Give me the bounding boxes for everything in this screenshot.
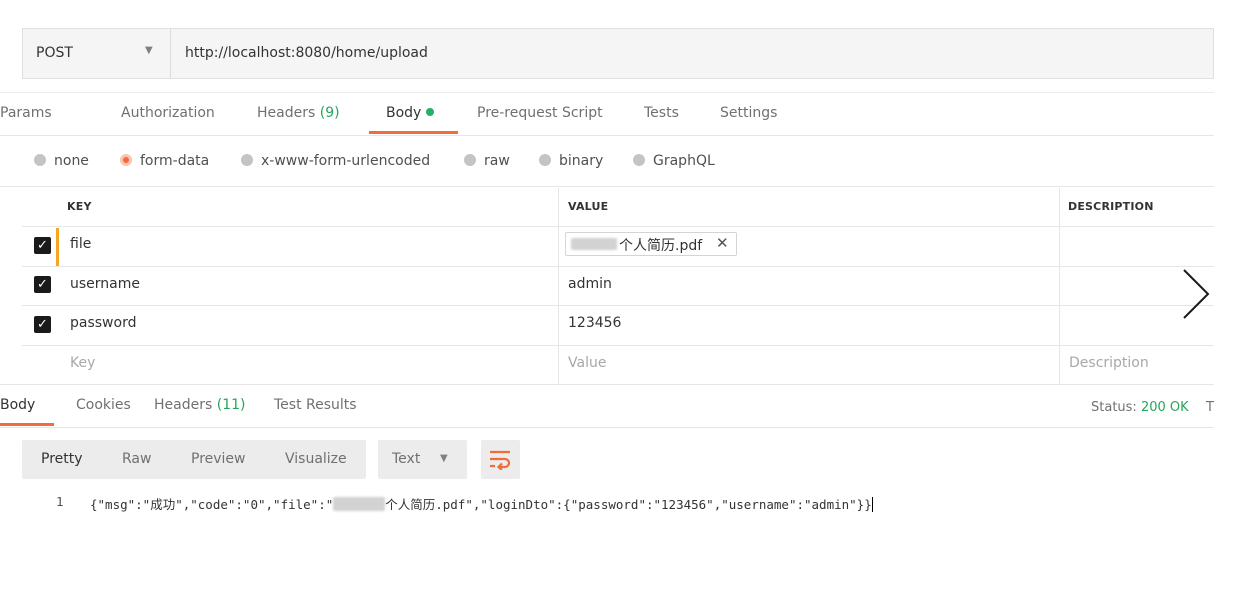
- wrap-lines-icon: [490, 450, 511, 470]
- response-tab-test-results[interactable]: Test Results: [274, 397, 357, 413]
- wrap-lines-button[interactable]: [481, 440, 520, 479]
- tab-settings[interactable]: Settings: [720, 105, 777, 121]
- file-chip-name: 个人简历.pdf: [619, 238, 703, 254]
- radio-raw-label: raw: [484, 153, 510, 169]
- table-divider: [22, 226, 1214, 227]
- table-divider: [22, 305, 1214, 306]
- file-chip[interactable]: 个人简历.pdf ✕: [565, 232, 737, 256]
- key-input[interactable]: Key: [70, 355, 95, 371]
- radio-urlencoded-label: x-www-form-urlencoded: [261, 153, 431, 169]
- status-value: 200 OK: [1140, 400, 1189, 415]
- response-headers-count: (11): [216, 397, 246, 413]
- status-overflow-text: T: [1206, 400, 1214, 415]
- response-tabs: Body Cookies Headers (11) Test Results S…: [0, 384, 1214, 428]
- radio-none[interactable]: none: [34, 153, 89, 169]
- radio-binary[interactable]: binary: [539, 153, 603, 169]
- caret-down-icon: ▼: [440, 453, 448, 464]
- tab-headers[interactable]: Headers (9): [257, 105, 340, 121]
- response-tab-body[interactable]: Body: [0, 397, 35, 413]
- radio-selected-icon: [120, 154, 132, 166]
- body-indicator-dot: [426, 108, 435, 116]
- view-preview-button[interactable]: Preview: [191, 451, 246, 467]
- tab-authorization[interactable]: Authorization: [121, 105, 215, 121]
- view-mode-bar: Pretty Raw Preview Visualize: [22, 440, 366, 479]
- column-header-value: VALUE: [568, 200, 609, 213]
- redacted-filename: [333, 497, 386, 511]
- text-cursor: [871, 497, 873, 512]
- view-raw-button[interactable]: Raw: [122, 451, 151, 467]
- row-key[interactable]: file: [70, 236, 91, 252]
- radio-none-label: none: [54, 153, 89, 169]
- tab-pre-request-script[interactable]: Pre-request Script: [477, 105, 603, 121]
- active-tab-underline: [369, 131, 458, 134]
- radio-dot-icon: [633, 154, 645, 166]
- column-header-description: DESCRIPTION: [1068, 200, 1154, 213]
- chevron-right-icon[interactable]: [1180, 268, 1214, 322]
- response-tab-cookies[interactable]: Cookies: [76, 397, 131, 413]
- url-input[interactable]: http://localhost:8080/home/upload: [185, 45, 428, 61]
- line-number: 1: [56, 494, 64, 509]
- status-label: Status:: [1091, 400, 1137, 415]
- column-divider: [558, 188, 559, 384]
- format-select[interactable]: Text ▼: [378, 440, 467, 479]
- response-body-code[interactable]: {"msg":"成功","code":"0","file":" 个人简历.pdf"…: [90, 494, 873, 513]
- row-checkbox[interactable]: ✓: [34, 316, 51, 333]
- row-value[interactable]: admin: [568, 276, 612, 292]
- close-icon[interactable]: ✕: [716, 234, 729, 252]
- view-pretty-button[interactable]: Pretty: [41, 451, 83, 467]
- radio-binary-label: binary: [559, 153, 604, 169]
- caret-down-icon: ▼: [145, 45, 153, 56]
- tab-body-label: Body: [386, 105, 422, 121]
- value-input[interactable]: Value: [568, 355, 606, 371]
- description-input[interactable]: Description: [1069, 355, 1149, 371]
- radio-dot-icon: [464, 154, 476, 166]
- radio-raw[interactable]: raw: [464, 153, 510, 169]
- row-checkbox[interactable]: ✓: [34, 276, 51, 293]
- active-row-indicator: [56, 228, 59, 266]
- radio-dot-icon: [539, 154, 551, 166]
- row-key[interactable]: password: [70, 315, 136, 331]
- request-url-bar: POST ▼ http://localhost:8080/home/upload: [22, 28, 1214, 79]
- table-divider: [22, 345, 1214, 346]
- radio-dot-icon: [241, 154, 253, 166]
- tab-params[interactable]: Params: [0, 105, 52, 121]
- tab-tests[interactable]: Tests: [644, 105, 679, 121]
- response-tab-headers[interactable]: Headers (11): [154, 397, 245, 413]
- active-response-tab-underline: [0, 423, 54, 426]
- response-status: Status: 200 OK: [1091, 400, 1189, 415]
- row-checkbox[interactable]: ✓: [34, 237, 51, 254]
- column-header-key: KEY: [67, 200, 92, 213]
- code-part-1: {"msg":"成功","code":"0","file":": [90, 497, 334, 512]
- radio-graphql[interactable]: GraphQL: [633, 153, 715, 169]
- row-value[interactable]: 123456: [568, 315, 621, 331]
- radio-form-data[interactable]: form-data: [120, 153, 209, 169]
- response-headers-label: Headers: [154, 397, 213, 413]
- headers-count: (9): [319, 105, 340, 121]
- radio-urlencoded[interactable]: x-www-form-urlencoded: [241, 153, 430, 169]
- row-key[interactable]: username: [70, 276, 140, 292]
- tab-body[interactable]: Body: [386, 105, 435, 121]
- tab-headers-label: Headers: [257, 105, 316, 121]
- radio-dot-icon: [34, 154, 46, 166]
- table-divider: [22, 266, 1214, 267]
- request-tabs: Params Authorization Headers (9) Body Pr…: [0, 92, 1214, 136]
- body-type-selector: none form-data x-www-form-urlencoded raw…: [0, 136, 1214, 187]
- method-select[interactable]: POST ▼: [23, 29, 171, 78]
- format-label: Text: [392, 451, 421, 467]
- radio-graphql-label: GraphQL: [653, 153, 715, 169]
- redacted-filename: [571, 238, 617, 250]
- radio-form-data-label: form-data: [140, 153, 210, 169]
- method-label: POST: [36, 45, 73, 61]
- code-part-2: 个人简历.pdf","loginDto":{"password":"123456…: [385, 497, 872, 512]
- column-divider: [1059, 188, 1060, 384]
- view-visualize-button[interactable]: Visualize: [285, 451, 347, 467]
